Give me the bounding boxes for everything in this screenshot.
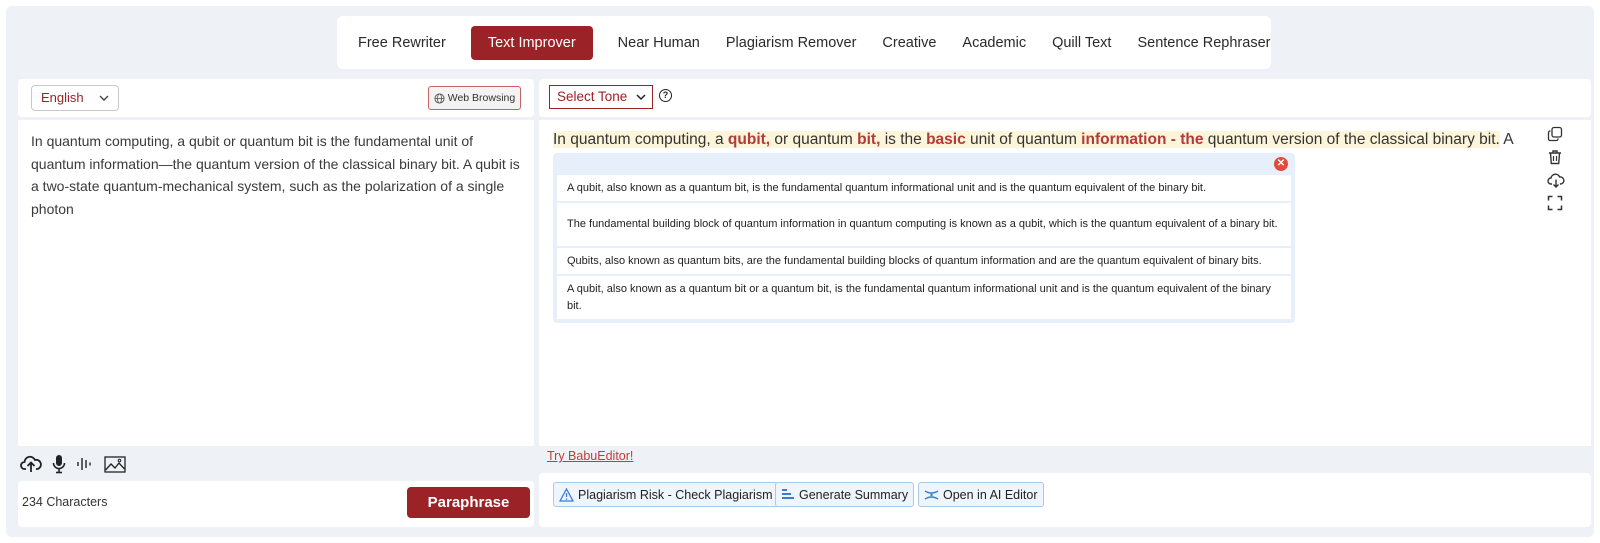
tab-quill-text[interactable]: Quill Text [1039, 26, 1124, 60]
copy-icon[interactable] [1547, 126, 1563, 142]
output-toolbar: Select Tone ? [539, 79, 1591, 117]
help-icon[interactable]: ? [659, 89, 672, 102]
output-segment: or quantum [770, 131, 858, 148]
language-value: English [41, 90, 84, 105]
download-cloud-icon[interactable] [1547, 172, 1565, 188]
tone-select[interactable]: Select Tone [549, 85, 653, 109]
globe-icon [434, 92, 445, 104]
paraphrase-button[interactable]: Paraphrase [407, 487, 530, 518]
tab-academic[interactable]: Academic [949, 26, 1039, 60]
tone-value: Select Tone [557, 89, 628, 104]
changed-word[interactable]: qubit, [728, 131, 770, 148]
fullscreen-icon[interactable] [1547, 195, 1563, 211]
open-ai-editor-label: Open in AI Editor [943, 487, 1038, 502]
changed-word[interactable]: bit, [857, 131, 880, 148]
suggestion-item[interactable]: A qubit, also known as a quantum bit or … [557, 276, 1291, 319]
output-segment: unit of quantum [965, 131, 1082, 148]
chevron-down-icon [636, 86, 646, 117]
web-browsing-label: Web Browsing [447, 92, 516, 104]
tab-free-rewriter[interactable]: Free Rewriter [345, 26, 459, 60]
check-plagiarism-label: Plagiarism Risk - Check Plagiarism [578, 487, 773, 502]
web-browsing-button[interactable]: Web Browsing [428, 86, 521, 110]
output-segment: A [1499, 131, 1514, 148]
trash-icon[interactable] [1547, 149, 1563, 165]
upload-cloud-icon[interactable] [20, 454, 42, 474]
ai-editor-icon [924, 489, 939, 500]
check-plagiarism-button[interactable]: Plagiarism Risk - Check Plagiarism [553, 482, 779, 507]
input-textarea[interactable]: In quantum computing, a qubit or quantum… [18, 120, 534, 446]
highlighted-sentence[interactable]: In quantum computing, a qubit, or quantu… [553, 131, 1500, 148]
changed-word[interactable]: basic [926, 131, 966, 148]
audio-wave-icon[interactable] [76, 455, 94, 473]
close-icon[interactable]: ✕ [1274, 157, 1288, 171]
changed-word[interactable]: information - the [1081, 131, 1203, 148]
output-footer: Plagiarism Risk - Check Plagiarism Gener… [539, 473, 1591, 527]
output-side-tools [1547, 126, 1565, 211]
summary-icon [782, 488, 794, 499]
image-icon[interactable] [104, 455, 126, 473]
input-tools [20, 454, 126, 474]
input-toolbar: English Web Browsing [18, 79, 534, 117]
language-select[interactable]: English [31, 85, 119, 111]
open-ai-editor-button[interactable]: Open in AI Editor [918, 482, 1044, 507]
suggestion-item[interactable]: The fundamental building block of quantu… [557, 203, 1291, 246]
output-text[interactable]: In quantum computing, a qubit, or quantu… [553, 129, 1514, 151]
input-footer: 234 Characters Paraphrase [18, 481, 534, 527]
tab-creative[interactable]: Creative [869, 26, 949, 60]
suggestions-popup: ✕ A qubit, also known as a quantum bit, … [553, 153, 1295, 323]
tab-sentence-rephraser[interactable]: Sentence Rephraser [1124, 26, 1283, 60]
try-babueditor-link[interactable]: Try BabuEditor! [547, 449, 633, 463]
character-count: 234 Characters [22, 495, 108, 509]
suggestion-item[interactable]: A qubit, also known as a quantum bit, is… [557, 175, 1291, 201]
generate-summary-button[interactable]: Generate Summary [775, 482, 915, 507]
microphone-icon[interactable] [52, 454, 66, 474]
suggestion-item[interactable]: Qubits, also known as quantum bits, are … [557, 248, 1291, 274]
mode-tabs: Free Rewriter Text Improver Near Human P… [337, 16, 1271, 69]
output-segment: In quantum computing, a [553, 131, 728, 148]
output-segment: is the [880, 131, 927, 148]
generate-summary-label: Generate Summary [799, 487, 909, 502]
warning-icon [559, 487, 574, 502]
chevron-down-icon [99, 86, 109, 120]
output-segment: quantum version of the classical binary … [1203, 131, 1500, 148]
tab-plagiarism-remover[interactable]: Plagiarism Remover [713, 26, 870, 60]
output-panel: In quantum computing, a qubit, or quantu… [539, 120, 1591, 446]
tab-text-improver[interactable]: Text Improver [470, 25, 593, 60]
tab-near-human[interactable]: Near Human [605, 26, 713, 60]
